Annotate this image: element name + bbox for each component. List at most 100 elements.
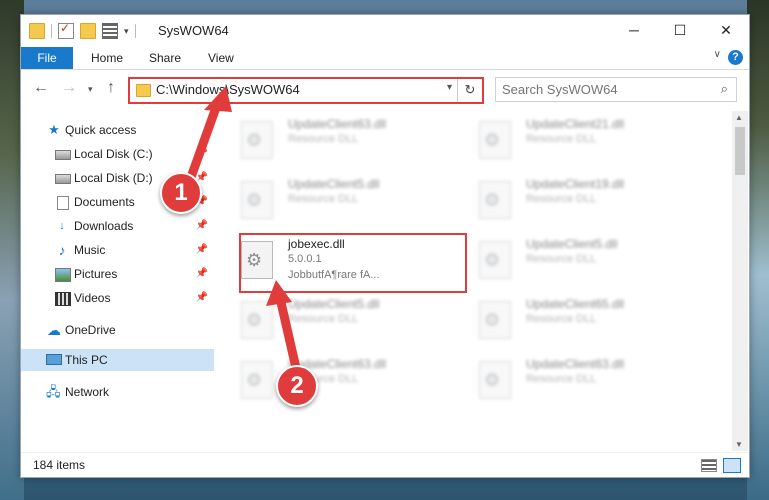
expand-ribbon-icon[interactable]: ∨ bbox=[714, 49, 721, 60]
file-explorer-window: ▾ SysWOW64 ─ ☐ ✕ File Home Share View ∨ … bbox=[20, 14, 750, 478]
tab-home[interactable]: Home bbox=[91, 47, 123, 69]
pin-icon: 📌 bbox=[195, 244, 208, 255]
file-name: UpdateClient21.dll bbox=[526, 117, 625, 131]
file-name: UpdateClient65.dll bbox=[526, 297, 625, 311]
file-name: UpdateClient5.dll bbox=[288, 177, 380, 191]
disk-icon bbox=[55, 174, 71, 184]
file-item[interactable]: UpdateClient19.dll Resource DLL bbox=[455, 173, 665, 221]
new-folder-icon[interactable] bbox=[80, 23, 96, 39]
vertical-scrollbar[interactable]: ▲ ▼ bbox=[732, 111, 748, 451]
status-bar: 184 items bbox=[21, 452, 749, 477]
nav-item-label: Downloads bbox=[74, 219, 134, 233]
divider bbox=[51, 24, 52, 38]
file-item[interactable]: UpdateClient21.dll Resource DLL bbox=[455, 113, 665, 161]
pin-icon: 📌 bbox=[195, 148, 208, 159]
nav-item-local-disk-c[interactable]: Local Disk (C:) 📌 bbox=[21, 143, 214, 165]
nav-item-pictures[interactable]: Pictures 📌 bbox=[21, 263, 214, 285]
file-item[interactable]: UpdateClient63.dll Resource DLL bbox=[217, 113, 427, 161]
file-description: Resource DLL bbox=[288, 193, 359, 205]
nav-item-quick-access[interactable]: ★ Quick access bbox=[21, 119, 214, 141]
scroll-thumb[interactable] bbox=[735, 127, 745, 175]
file-item[interactable]: UpdateClient5.dll Resource DLL bbox=[217, 173, 427, 221]
up-arrow-icon[interactable]: ↑ bbox=[107, 79, 115, 97]
nav-item-label: Quick access bbox=[65, 123, 137, 137]
nav-item-label: This PC bbox=[65, 353, 108, 367]
scroll-down-icon[interactable]: ▼ bbox=[735, 440, 743, 449]
pin-icon: 📌 bbox=[195, 268, 208, 279]
file-description: Resource DLL bbox=[288, 133, 359, 145]
search-box[interactable]: ⌕ bbox=[495, 77, 737, 102]
search-input[interactable] bbox=[502, 81, 702, 98]
address-row: ← → ▾ ↑ ▾ ↻ ⌕ bbox=[21, 75, 749, 104]
file-description: Resource DLL bbox=[526, 133, 597, 145]
nav-item-label: Local Disk (D:) bbox=[74, 171, 153, 185]
recent-locations-icon[interactable]: ▾ bbox=[88, 84, 93, 95]
file-item[interactable]: UpdateClient5.dll Resource DLL bbox=[217, 293, 427, 341]
quick-access-toolbar: ▾ bbox=[29, 21, 136, 39]
nav-item-downloads[interactable]: ↓ Downloads 📌 bbox=[21, 215, 214, 237]
back-arrow-icon[interactable]: ← bbox=[33, 79, 49, 97]
search-icon[interactable]: ⌕ bbox=[721, 81, 728, 97]
nav-item-music[interactable]: ♪ Music 📌 bbox=[21, 239, 214, 261]
videos-icon bbox=[55, 292, 71, 306]
pictures-icon bbox=[55, 268, 71, 282]
dll-file-icon bbox=[241, 301, 273, 339]
disk-icon bbox=[55, 150, 71, 160]
dll-file-icon bbox=[241, 181, 273, 219]
network-icon: 🖧 bbox=[46, 384, 61, 399]
ribbon-tabs: File Home Share View ∨ ? bbox=[21, 47, 749, 70]
file-item[interactable]: UpdateClient5.dll Resource DLL bbox=[455, 233, 665, 281]
file-description: Resource DLL bbox=[526, 193, 597, 205]
nav-item-network[interactable]: 🖧 Network bbox=[21, 381, 214, 403]
file-name: UpdateClient19.dll bbox=[526, 177, 625, 191]
properties-icon[interactable] bbox=[102, 23, 118, 39]
pc-icon bbox=[46, 354, 62, 365]
tab-share[interactable]: Share bbox=[149, 47, 181, 69]
close-button[interactable]: ✕ bbox=[703, 15, 749, 45]
dll-file-icon bbox=[241, 121, 273, 159]
file-name: UpdateClient5.dll bbox=[526, 237, 618, 251]
dll-file-icon bbox=[479, 361, 511, 399]
address-input[interactable] bbox=[156, 81, 446, 98]
nav-item-label: Music bbox=[74, 243, 106, 257]
file-description: Resource DLL bbox=[288, 313, 359, 325]
maximize-button[interactable]: ☐ bbox=[657, 15, 703, 45]
nav-item-onedrive[interactable]: ☁ OneDrive bbox=[21, 319, 214, 341]
tab-file[interactable]: File bbox=[21, 47, 73, 69]
refresh-icon[interactable]: ↻ bbox=[457, 79, 482, 102]
file-description: Resource DLL bbox=[526, 373, 597, 385]
dll-file-icon bbox=[479, 181, 511, 219]
highlight-box bbox=[239, 233, 467, 293]
step-badge-2: 2 bbox=[276, 365, 318, 407]
tiles-view-icon[interactable] bbox=[723, 458, 741, 473]
window-title: SysWOW64 bbox=[158, 23, 229, 38]
file-name: UpdateClient5.dll bbox=[288, 297, 380, 311]
forward-arrow-icon[interactable]: → bbox=[61, 79, 77, 97]
documents-icon bbox=[57, 196, 69, 210]
help-icon[interactable]: ? bbox=[728, 50, 743, 65]
minimize-button[interactable]: ─ bbox=[611, 15, 657, 45]
file-item[interactable]: UpdateClient65.dll Resource DLL bbox=[455, 293, 665, 341]
download-icon: ↓ bbox=[59, 220, 65, 232]
address-dropdown-icon[interactable]: ▾ bbox=[447, 82, 452, 93]
customize-toolbar-icon[interactable]: ▾ bbox=[124, 26, 129, 37]
navigation-pane: ★ Quick access Local Disk (C:) 📌 Local D… bbox=[21, 111, 215, 451]
scroll-up-icon[interactable]: ▲ bbox=[735, 113, 743, 122]
title-bar: ▾ SysWOW64 ─ ☐ ✕ bbox=[21, 15, 749, 47]
nav-item-label: OneDrive bbox=[65, 323, 116, 337]
file-description: Resource DLL bbox=[526, 253, 597, 265]
nav-item-videos[interactable]: Videos 📌 bbox=[21, 287, 214, 309]
nav-item-this-pc[interactable]: This PC bbox=[21, 349, 214, 371]
properties-check-icon[interactable] bbox=[58, 21, 74, 39]
details-view-icon[interactable] bbox=[701, 459, 717, 472]
step-badge-1: 1 bbox=[160, 172, 202, 214]
nav-item-label: Videos bbox=[74, 291, 111, 305]
pin-icon: 📌 bbox=[195, 292, 208, 303]
file-item[interactable]: UpdateClient63.dll Resource DLL bbox=[455, 353, 665, 401]
nav-item-label: Network bbox=[65, 385, 110, 399]
dll-file-icon bbox=[479, 121, 511, 159]
tab-view[interactable]: View bbox=[208, 47, 234, 69]
onedrive-icon: ☁ bbox=[47, 322, 61, 338]
file-item[interactable]: UpdateClient63.dll Resource DLL bbox=[217, 353, 427, 401]
address-bar[interactable]: ▾ ↻ bbox=[128, 77, 484, 104]
